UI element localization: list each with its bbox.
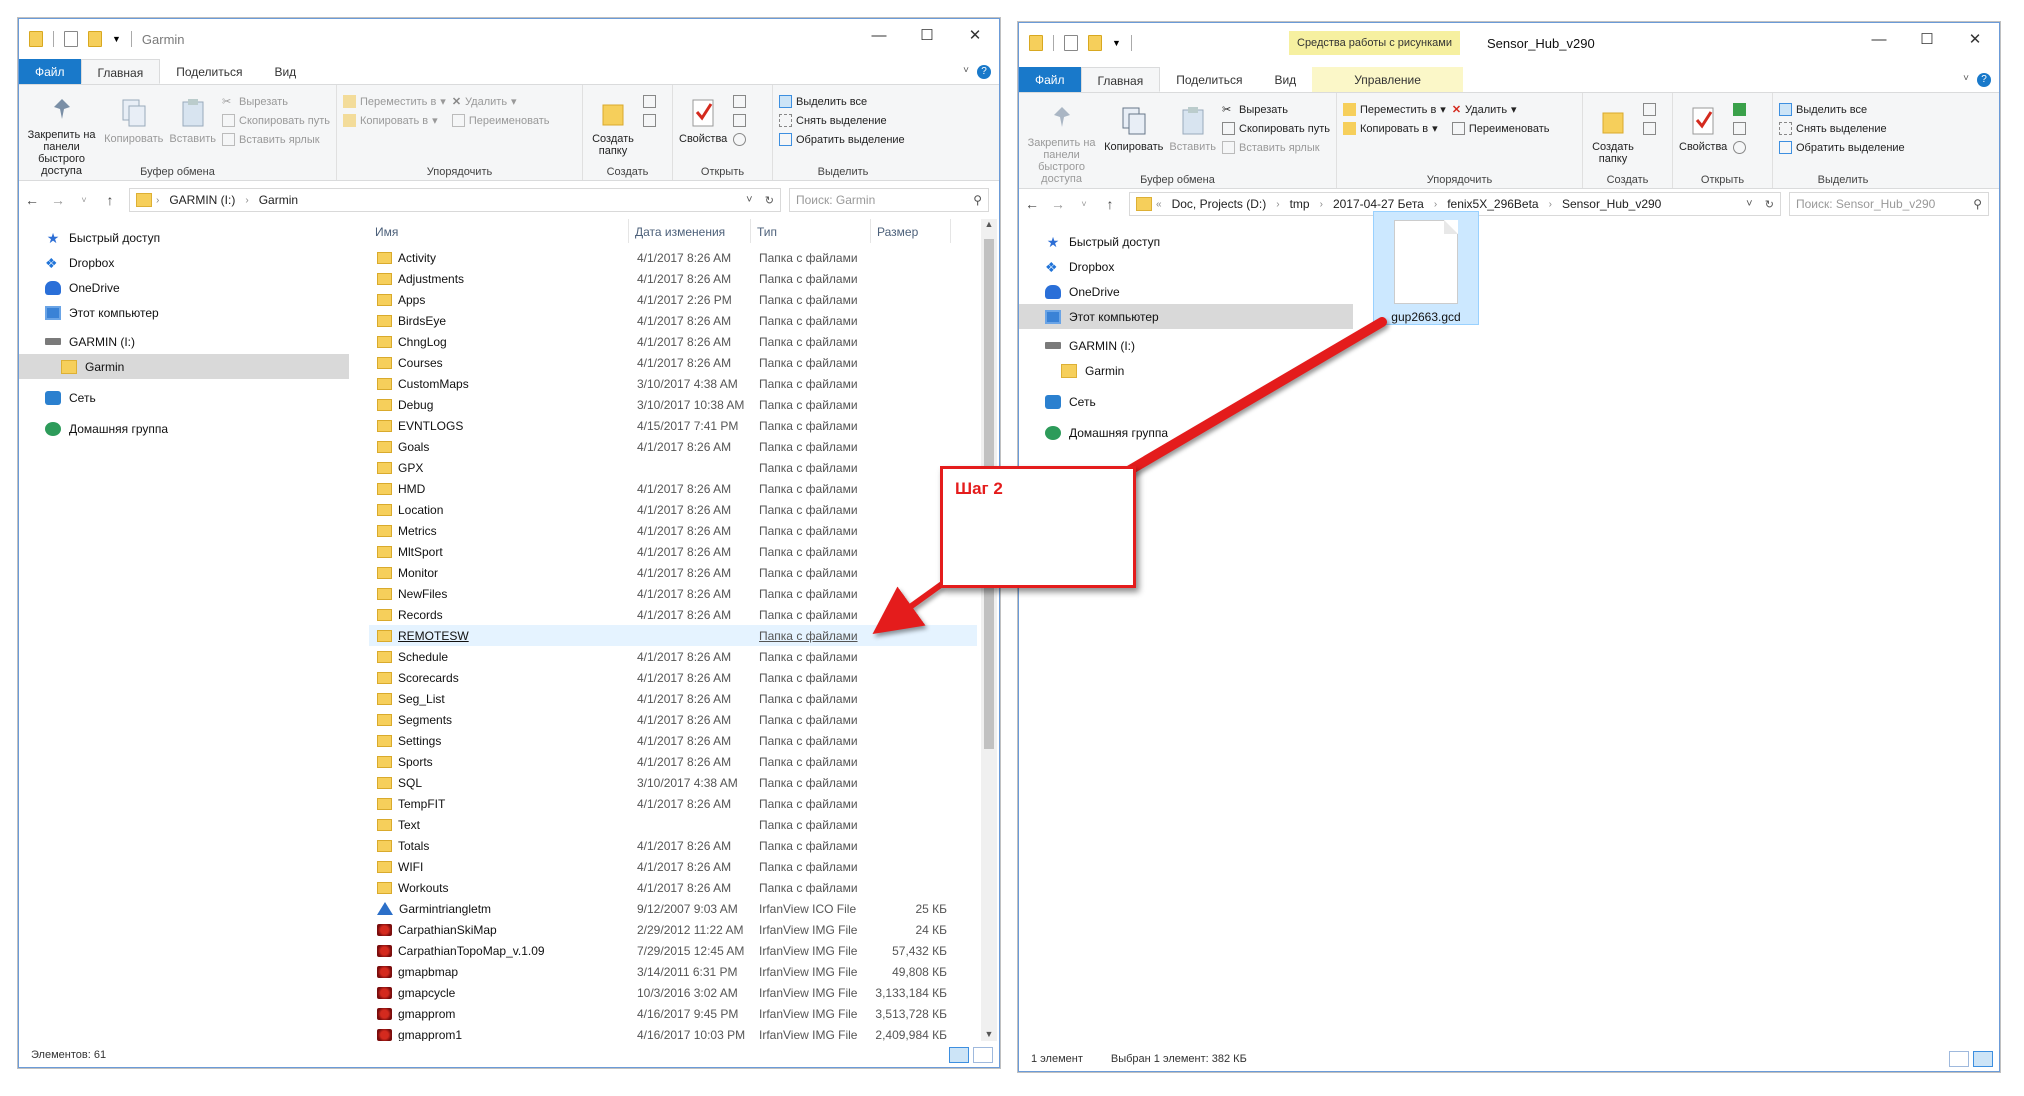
arrow-to-file [1125,317,1387,475]
step-callout: Шаг 2 [940,466,1136,588]
arrow-to-remotesw [872,581,944,635]
step-label: Шаг 2 [955,479,1003,498]
